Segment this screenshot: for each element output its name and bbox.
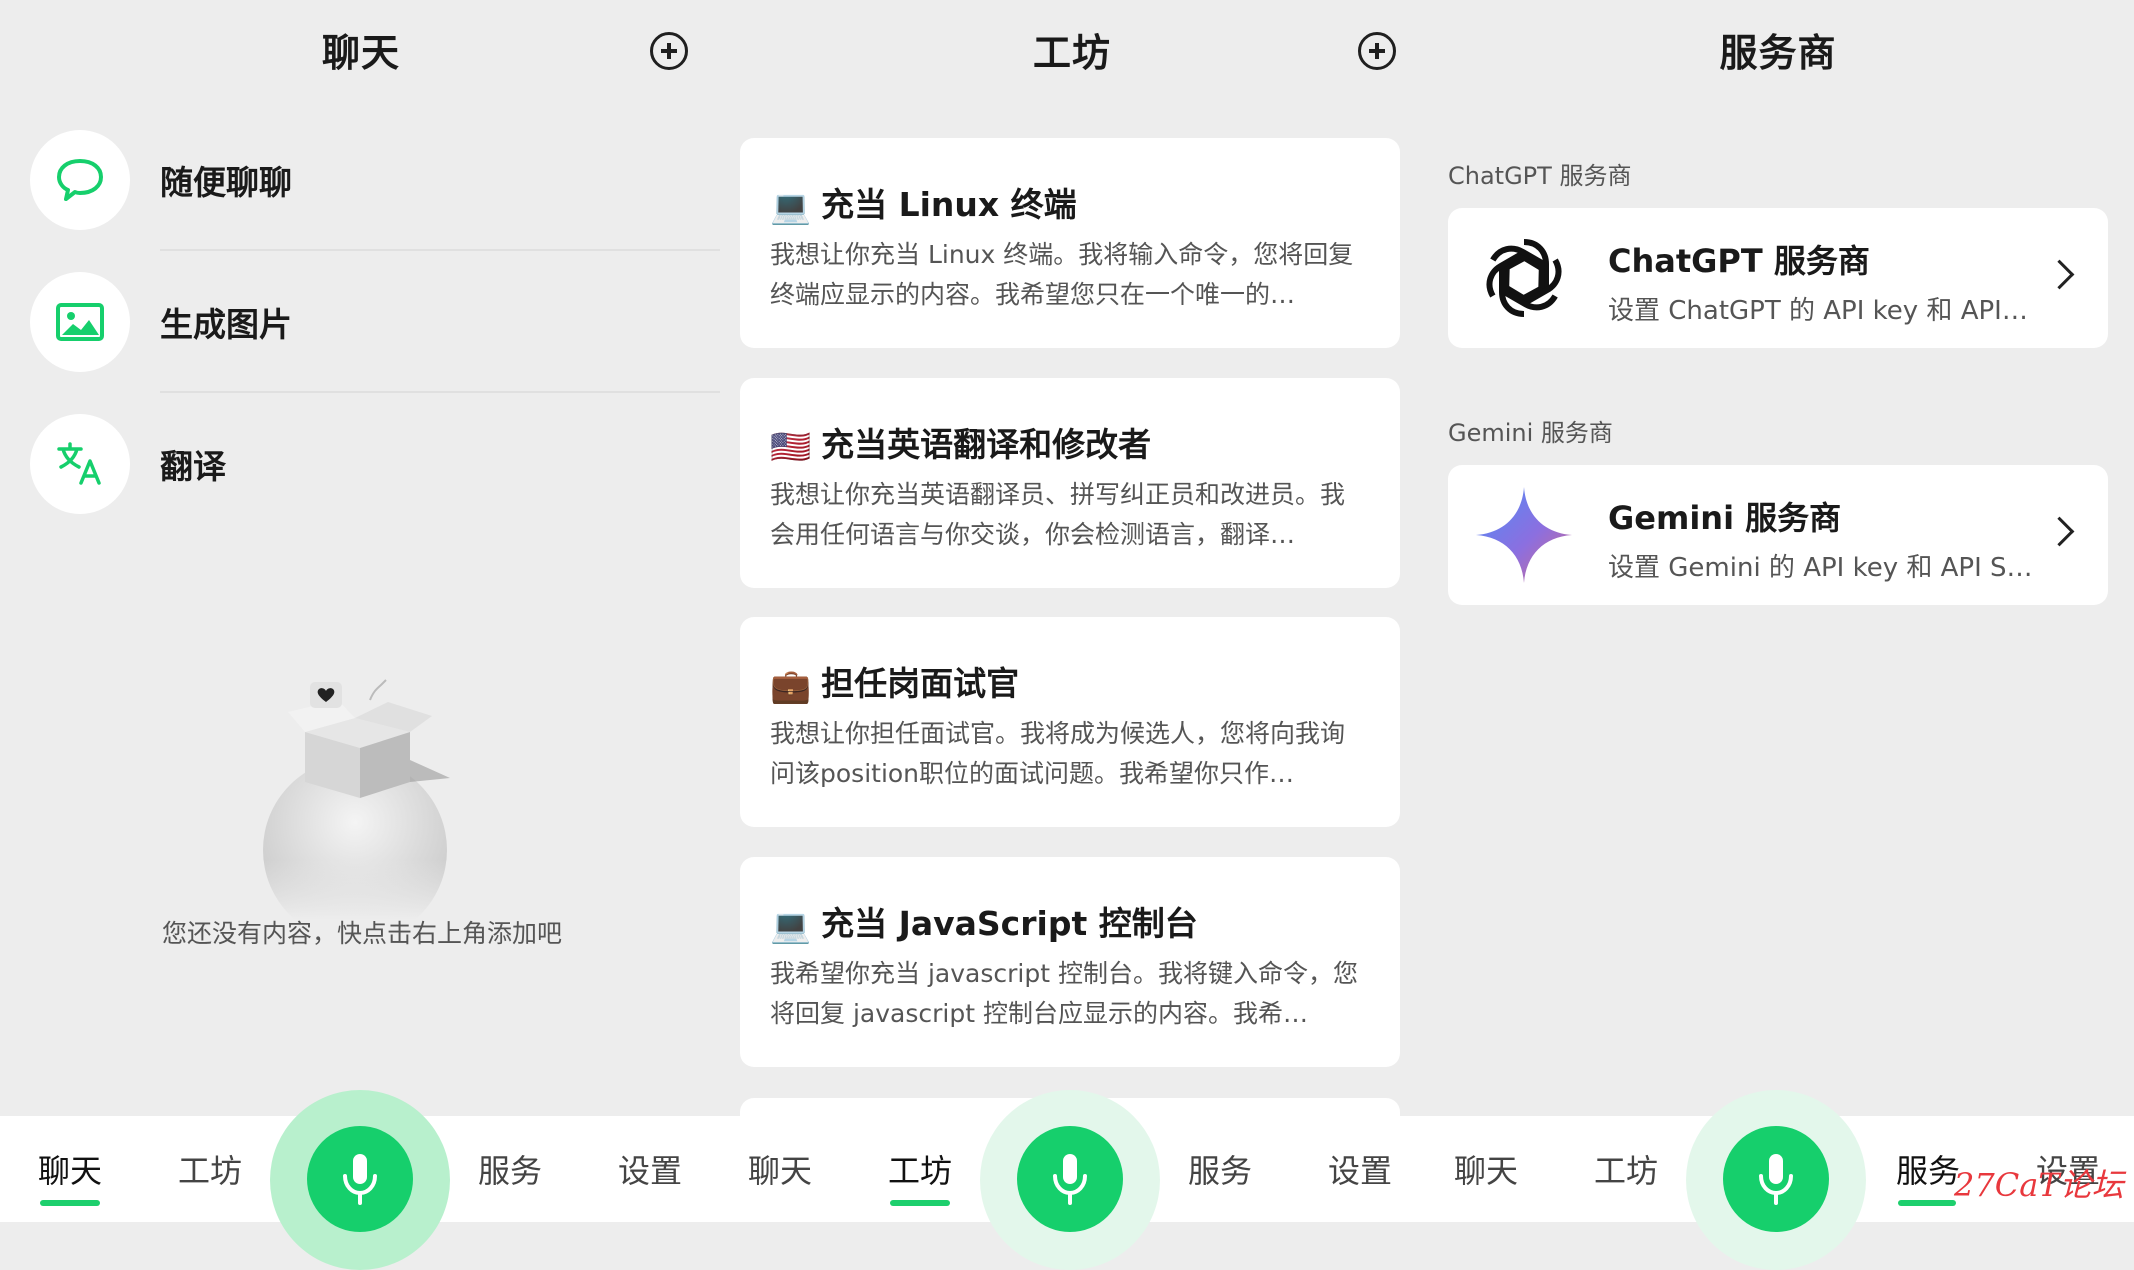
laptop-icon: 💻 (770, 186, 812, 226)
card-description: 我希望你充当 javascript 控制台。我将键入命令，您将回复 javasc… (770, 959, 1358, 1028)
workshop-panel: 工坊 💻 充当 Linux 终端 我想让你充当 Linux 终端。我将输入命令，您… (722, 0, 1422, 1222)
nav-tab-settings[interactable]: 设置 (618, 1146, 682, 1192)
card-title-text: 充当 JavaScript 控制台 (821, 904, 1198, 943)
laptop-icon: 💻 (770, 905, 812, 945)
add-prompt-button[interactable] (1358, 32, 1396, 70)
gemini-sparkle-icon (1474, 485, 1574, 585)
nav-tab-services[interactable]: 服务 (1188, 1146, 1252, 1192)
add-chat-button[interactable] (650, 32, 688, 70)
empty-box-illustration (160, 660, 580, 950)
us-flag-icon: 🇺🇸 (770, 426, 812, 466)
translate-icon (30, 414, 130, 514)
provider-subtitle: 设置 ChatGPT 的 API key 和 API… (1608, 296, 2028, 326)
page-title: 聊天 (321, 31, 400, 75)
briefcase-icon: 💼 (770, 665, 812, 705)
section-label: ChatGPT 服务商 (1448, 162, 1632, 190)
nav-tab-workshop[interactable]: 工坊 (888, 1146, 952, 1192)
provider-title: ChatGPT 服务商 (1608, 242, 1870, 280)
chevron-right-icon (2044, 259, 2075, 290)
provider-card-gemini[interactable]: Gemini 服务商 设置 Gemini 的 API key 和 API S… (1448, 465, 2108, 605)
chat-item-translate[interactable]: 翻译 (30, 414, 720, 556)
microphone-icon (1759, 1154, 1793, 1205)
image-icon (30, 272, 130, 372)
mic-button[interactable] (1723, 1126, 1829, 1232)
chat-item-label: 翻译 (160, 447, 226, 486)
page-title: 服务商 (1719, 31, 1837, 75)
nav-tab-workshop[interactable]: 工坊 (178, 1146, 242, 1192)
chat-item-label: 生成图片 (160, 305, 292, 344)
nav-tab-chat[interactable]: 聊天 (1454, 1146, 1518, 1192)
prompt-card[interactable]: 🇺🇸 充当英语翻译和修改者 我想让你充当英语翻译员、拼写纠正员和改进员。我会用任何… (740, 378, 1400, 588)
provider-panel: 服务商 ChatGPT 服务商 ChatGPT 服务商 设置 ChatGPT 的… (1422, 0, 2134, 1222)
provider-title: Gemini 服务商 (1608, 499, 1842, 537)
chat-item-label: 随便聊聊 (160, 163, 292, 202)
provider-subtitle: 设置 Gemini 的 API key 和 API S… (1608, 553, 2033, 583)
divider (160, 391, 720, 393)
card-title-text: 充当英语翻译和修改者 (821, 425, 1152, 464)
mic-button[interactable] (1017, 1126, 1123, 1232)
nav-tab-services[interactable]: 服务 (478, 1146, 542, 1192)
chevron-right-icon (2044, 516, 2075, 547)
chat-bubble-icon (30, 130, 130, 230)
section-label: Gemini 服务商 (1448, 419, 1613, 447)
active-tab-indicator (1898, 1200, 1956, 1206)
prompt-card[interactable]: 💻 充当 Linux 终端 我想让你充当 Linux 终端。我将输入命令，您将回复… (740, 138, 1400, 348)
card-description: 我想让你担任面试官。我将成为候选人，您将向我询问该position职位的面试问题… (770, 719, 1346, 788)
mic-button[interactable] (307, 1126, 413, 1232)
provider-card-chatgpt[interactable]: ChatGPT 服务商 设置 ChatGPT 的 API key 和 API… (1448, 208, 2108, 348)
chat-item-casual[interactable]: 随便聊聊 (30, 130, 720, 272)
nav-tab-workshop[interactable]: 工坊 (1594, 1146, 1658, 1192)
prompt-card[interactable]: 💻 充当 JavaScript 控制台 我希望你充当 javascript 控制台… (740, 857, 1400, 1067)
openai-logo-icon (1474, 228, 1574, 328)
active-tab-indicator (890, 1200, 950, 1206)
active-tab-indicator (40, 1200, 100, 1206)
card-title: 💼 担任岗面试官 (770, 657, 1019, 706)
microphone-icon (1053, 1154, 1087, 1205)
chat-item-image[interactable]: 生成图片 (30, 272, 720, 414)
nav-tab-services[interactable]: 服务 (1896, 1146, 1960, 1192)
card-description: 我想让你充当英语翻译员、拼写纠正员和改进员。我会用任何语言与你交谈，你会检测语言… (770, 480, 1346, 549)
card-title: 💻 充当 Linux 终端 (770, 178, 1077, 227)
card-title: 🇺🇸 充当英语翻译和修改者 (770, 418, 1151, 467)
card-title: 💻 充当 JavaScript 控制台 (770, 897, 1198, 946)
microphone-icon (343, 1154, 377, 1205)
page-title: 工坊 (1032, 31, 1111, 75)
watermark: 27CaT论坛 (1954, 1166, 2124, 1204)
card-title-text: 担任岗面试官 (821, 664, 1020, 703)
empty-state-text: 您还没有内容，快点击右上角添加吧 (162, 919, 563, 948)
nav-tab-chat[interactable]: 聊天 (748, 1146, 812, 1192)
nav-tab-chat[interactable]: 聊天 (38, 1146, 102, 1192)
chat-panel: 聊天 随便聊聊 生成图片 翻译 您还没有内容，快点击右上角添加吧 (0, 0, 722, 1222)
prompt-card[interactable]: 💼 担任岗面试官 我想让你担任面试官。我将成为候选人，您将向我询问该positio… (740, 617, 1400, 827)
nav-tab-settings[interactable]: 设置 (1328, 1146, 1392, 1192)
card-description: 我想让你充当 Linux 终端。我将输入命令，您将回复终端应显示的内容。我希望您… (770, 240, 1354, 309)
card-title-text: 充当 Linux 终端 (821, 185, 1077, 224)
divider (160, 249, 720, 251)
